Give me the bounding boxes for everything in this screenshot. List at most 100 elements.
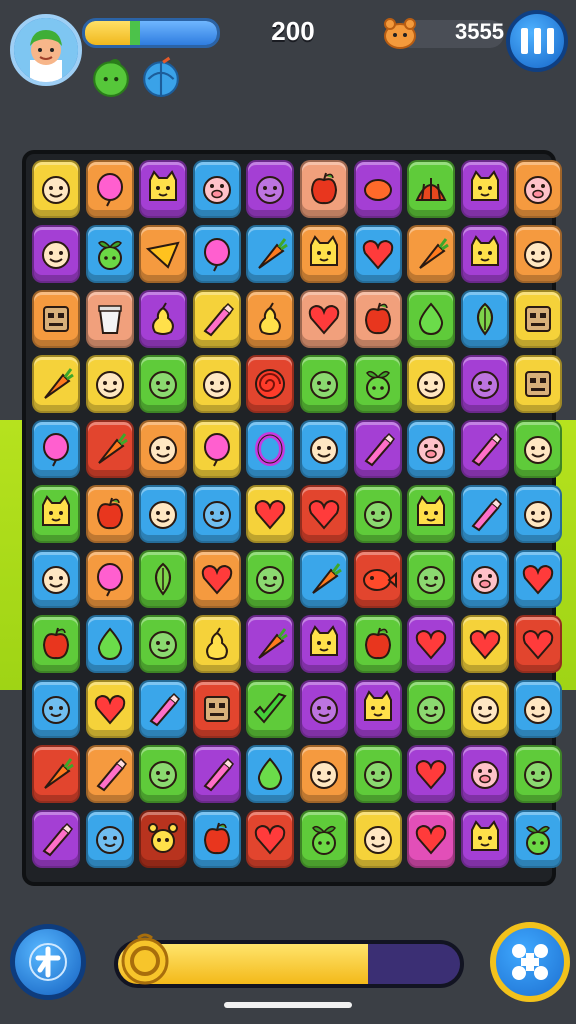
- tile-pig-r7c9[interactable]: [460, 550, 509, 608]
- player-avatar[interactable]: [10, 14, 82, 86]
- tile-cat-r9c7[interactable]: [353, 680, 402, 738]
- tile-apple-r1c6[interactable]: [299, 160, 348, 218]
- tile-balloon-r1c2[interactable]: [85, 160, 134, 218]
- tile-apple-r8c7[interactable]: [353, 615, 402, 673]
- tile-cat-r2c9[interactable]: [460, 225, 509, 283]
- tile-face-r1c1[interactable]: [32, 160, 80, 218]
- tile-apple-r3c7[interactable]: [353, 290, 402, 348]
- tile-face-r11c7[interactable]: [353, 810, 402, 868]
- tile-fruit-r1c7[interactable]: [353, 160, 402, 218]
- tile-crayon-r10c4[interactable]: [192, 745, 241, 803]
- tile-heart-r10c8[interactable]: [407, 745, 456, 803]
- tile-heart-r7c4[interactable]: [192, 550, 241, 608]
- tile-blob-r4c6[interactable]: [299, 355, 348, 413]
- tile-bug-r11c3[interactable]: [139, 810, 188, 868]
- blue-ball-icon[interactable]: [140, 56, 182, 98]
- tile-drop-r8c2[interactable]: [85, 615, 134, 673]
- tile-apple-r8c1[interactable]: [32, 615, 80, 673]
- tile-face-r4c8[interactable]: [407, 355, 456, 413]
- tile-leaf-r3c9[interactable]: [460, 290, 509, 348]
- tile-heart-r2c7[interactable]: [353, 225, 402, 283]
- tile-sprout-r2c2[interactable]: [85, 225, 134, 283]
- tile-balloon-r5c1[interactable]: [32, 420, 80, 478]
- tile-cheese-r2c3[interactable]: [139, 225, 188, 283]
- tile-heart-r11c8[interactable]: [407, 810, 456, 868]
- tile-cat-r8c6[interactable]: [299, 615, 348, 673]
- tile-pear-r8c4[interactable]: [192, 615, 241, 673]
- tile-cat-r2c6[interactable]: [299, 225, 348, 283]
- tile-cup-r3c2[interactable]: [85, 290, 134, 348]
- tile-face-r5c3[interactable]: [139, 420, 188, 478]
- tile-face-r2c10[interactable]: [514, 225, 563, 283]
- tile-blob-r10c3[interactable]: [139, 745, 188, 803]
- tile-blob-r7c5[interactable]: [246, 550, 295, 608]
- tile-face-r5c10[interactable]: [514, 420, 563, 478]
- tile-cat-r11c9[interactable]: [460, 810, 509, 868]
- tile-robot-r4c10[interactable]: [514, 355, 563, 413]
- tile-face-r6c3[interactable]: [139, 485, 188, 543]
- tile-heart-r6c5[interactable]: [246, 485, 295, 543]
- tile-blob-r4c3[interactable]: [139, 355, 188, 413]
- tile-blob-r6c7[interactable]: [353, 485, 402, 543]
- tile-face-r4c4[interactable]: [192, 355, 241, 413]
- tile-sprout-r11c10[interactable]: [514, 810, 563, 868]
- tile-carrot-r4c1[interactable]: [32, 355, 80, 413]
- tile-face-r2c1[interactable]: [32, 225, 80, 283]
- tile-heart-r8c9[interactable]: [460, 615, 509, 673]
- tile-cat-r1c9[interactable]: [460, 160, 509, 218]
- shuffle-button[interactable]: [490, 922, 570, 1002]
- tile-robot-r3c1[interactable]: [32, 290, 80, 348]
- tile-cat-r6c1[interactable]: [32, 485, 80, 543]
- tile-carrot-r7c6[interactable]: [299, 550, 348, 608]
- tile-blob-r10c7[interactable]: [353, 745, 402, 803]
- tile-robot-r9c4[interactable]: [192, 680, 241, 738]
- tile-crayon-r9c3[interactable]: [139, 680, 188, 738]
- tile-shell-r1c8[interactable]: [407, 160, 456, 218]
- tile-ring-r5c5[interactable]: [246, 420, 295, 478]
- tile-cat-r1c3[interactable]: [139, 160, 188, 218]
- tile-robot-r3c10[interactable]: [514, 290, 563, 348]
- tile-face-r4c2[interactable]: [85, 355, 134, 413]
- tile-balloon-r5c4[interactable]: [192, 420, 241, 478]
- tile-pig-r10c9[interactable]: [460, 745, 509, 803]
- tile-crayon-r5c7[interactable]: [353, 420, 402, 478]
- tile-crayon-r11c1[interactable]: [32, 810, 80, 868]
- tile-sprout-r4c7[interactable]: [353, 355, 402, 413]
- tile-pig-r1c10[interactable]: [514, 160, 563, 218]
- tile-drop-r3c8[interactable]: [407, 290, 456, 348]
- tile-balloon-r2c4[interactable]: [192, 225, 241, 283]
- home-indicator[interactable]: [224, 1002, 352, 1008]
- tile-blob-r9c6[interactable]: [299, 680, 348, 738]
- tile-balloon-r7c2[interactable]: [85, 550, 134, 608]
- green-apple-icon[interactable]: [90, 56, 132, 98]
- tile-heart-r7c10[interactable]: [514, 550, 563, 608]
- tile-pear-r3c3[interactable]: [139, 290, 188, 348]
- tile-check-r9c5[interactable]: [246, 680, 295, 738]
- tile-cat-r6c8[interactable]: [407, 485, 456, 543]
- tile-crayon-r5c9[interactable]: [460, 420, 509, 478]
- tile-heart-r3c6[interactable]: [299, 290, 348, 348]
- hint-button[interactable]: [10, 924, 86, 1000]
- tile-sprout-r11c6[interactable]: [299, 810, 348, 868]
- tile-crayon-r3c4[interactable]: [192, 290, 241, 348]
- tile-leaf-r7c3[interactable]: [139, 550, 188, 608]
- tile-blob-r7c8[interactable]: [407, 550, 456, 608]
- tile-blob-r6c4[interactable]: [192, 485, 241, 543]
- tile-fish-r7c7[interactable]: [353, 550, 402, 608]
- tile-face-r10c6[interactable]: [299, 745, 348, 803]
- tile-apple-r6c2[interactable]: [85, 485, 134, 543]
- tile-face-r9c10[interactable]: [514, 680, 563, 738]
- tile-blob-r9c8[interactable]: [407, 680, 456, 738]
- tile-blob-r4c9[interactable]: [460, 355, 509, 413]
- tile-carrot-r2c8[interactable]: [407, 225, 456, 283]
- tile-pig-r1c4[interactable]: [192, 160, 241, 218]
- tile-pear-r3c5[interactable]: [246, 290, 295, 348]
- tile-heart-r9c2[interactable]: [85, 680, 134, 738]
- tile-face-r6c10[interactable]: [514, 485, 563, 543]
- tile-drop-r10c5[interactable]: [246, 745, 295, 803]
- pause-button[interactable]: [506, 10, 568, 72]
- tile-heart-r8c8[interactable]: [407, 615, 456, 673]
- tile-apple-r11c4[interactable]: [192, 810, 241, 868]
- tile-face-r9c9[interactable]: [460, 680, 509, 738]
- tile-pig-r5c8[interactable]: [407, 420, 456, 478]
